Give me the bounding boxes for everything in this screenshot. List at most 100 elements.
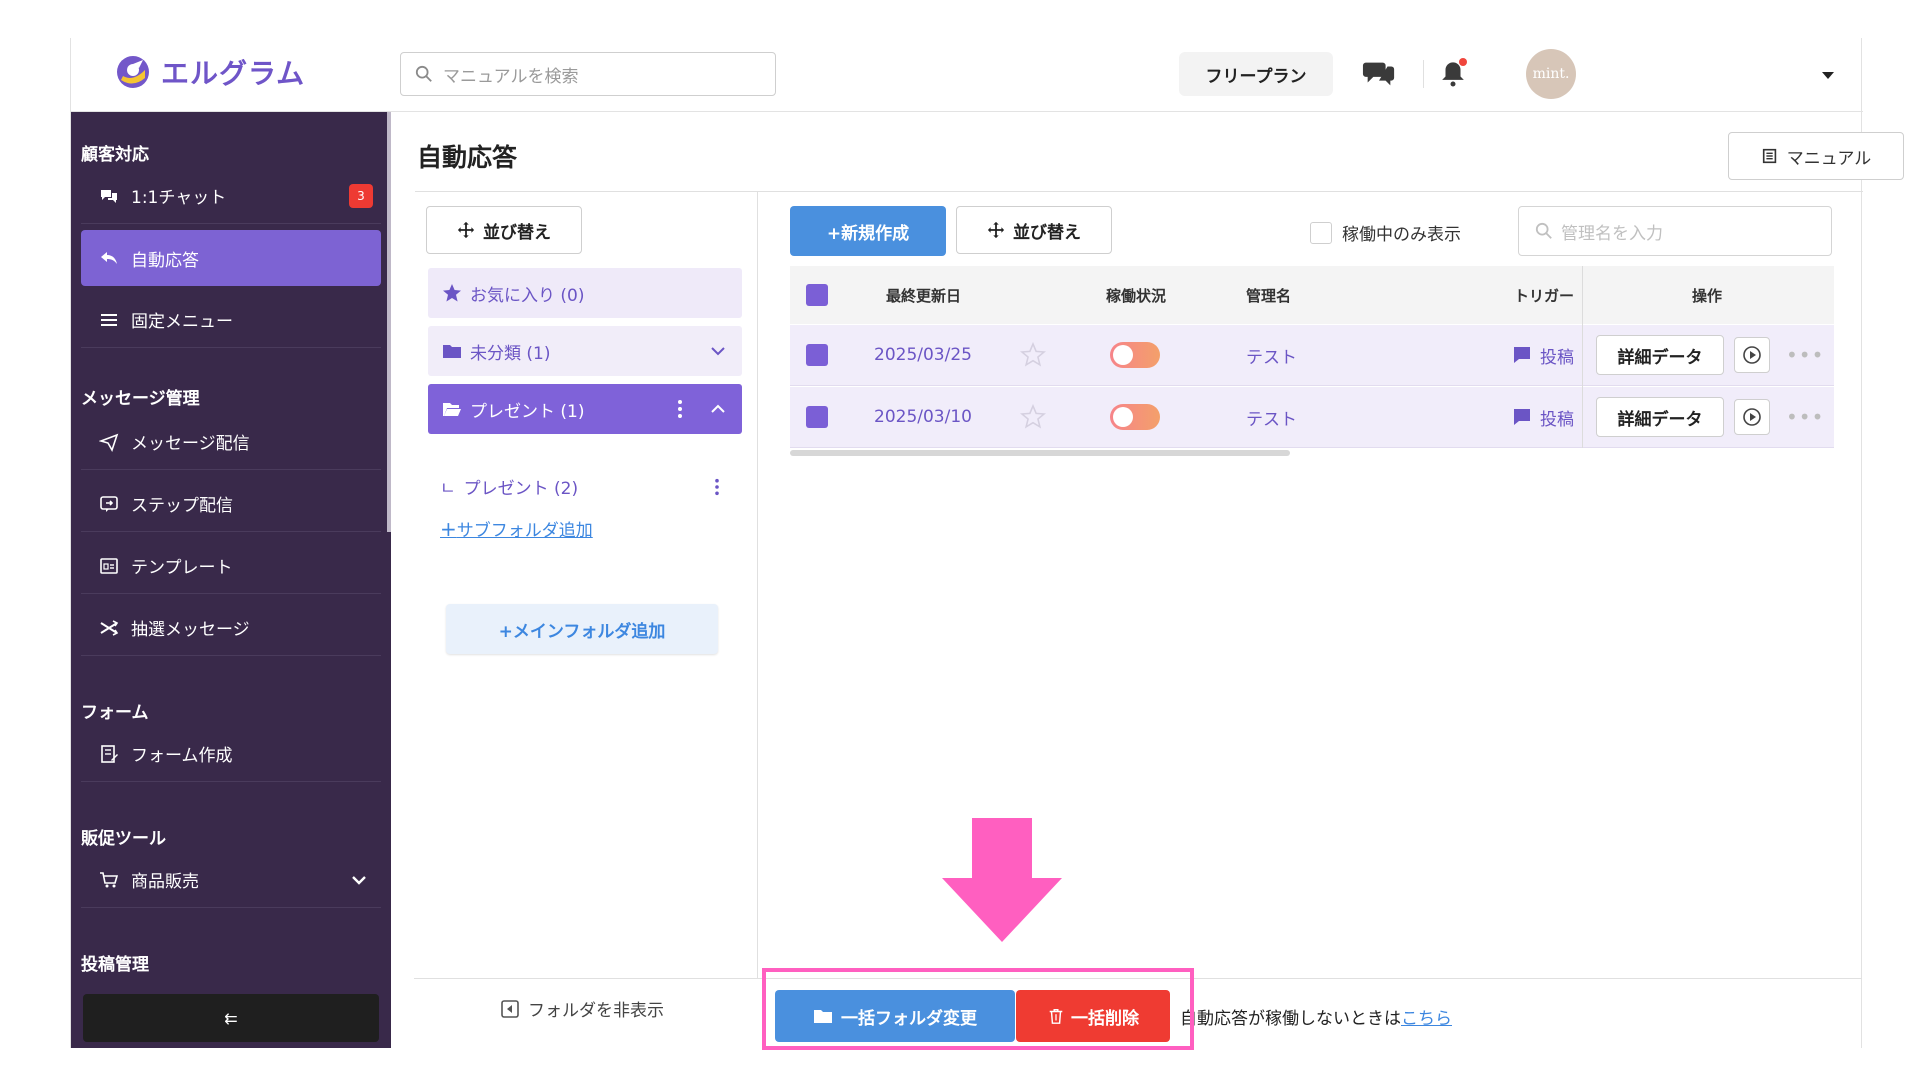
header-divider <box>1423 60 1424 88</box>
folder-panel: 並び替え お気に入り (0) 未分類 (1) プレゼント (1) ㄴ プレゼント… <box>414 192 758 978</box>
sidebar-item-label: 固定メニュー <box>131 312 233 332</box>
help-prefix: 自動応答が稼働しないときは <box>1180 1009 1401 1029</box>
folder-present[interactable]: プレゼント (1) <box>428 384 742 434</box>
folder-label: お気に入り (0) <box>470 285 585 306</box>
star-icon <box>443 284 461 302</box>
kebab-menu-icon[interactable] <box>670 399 690 419</box>
add-main-folder-button[interactable]: +メインフォルダ追加 <box>446 604 718 654</box>
sidebar-item-label: 商品販売 <box>131 872 199 892</box>
manual-search-input[interactable]: マニュアルを検索 <box>400 52 776 96</box>
top-header: エルグラム マニュアルを検索 フリープラン mint. <box>71 38 1863 112</box>
table-row[interactable]: 2025/03/10 テスト 投稿 詳細データ ••• <box>790 386 1834 448</box>
logo[interactable]: エルグラム <box>113 52 305 92</box>
sidebar-item-label: フォーム作成 <box>131 746 233 766</box>
search-icon <box>415 65 432 82</box>
sidebar-item-chat[interactable]: 1:1チャット 3 <box>81 168 381 224</box>
header-name[interactable]: 管理名 <box>1246 266 1291 324</box>
hide-folder-toggle[interactable]: フォルダを非表示 <box>500 996 664 1021</box>
trigger-label: 投稿 <box>1540 347 1574 368</box>
row-name[interactable]: テスト <box>1246 325 1297 385</box>
play-button[interactable] <box>1734 399 1770 435</box>
new-create-button[interactable]: +新規作成 <box>790 206 946 256</box>
sidebar-item-form[interactable]: フォーム作成 <box>81 726 381 782</box>
sidebar-item-label: テンプレート <box>131 558 233 578</box>
table-row[interactable]: 2025/03/25 テスト 投稿 詳細データ ••• <box>790 324 1834 386</box>
select-all-checkbox[interactable] <box>806 284 828 306</box>
comment-icon <box>1514 347 1530 363</box>
manual-button[interactable]: マニュアル <box>1728 132 1904 180</box>
status-toggle[interactable] <box>1110 342 1160 368</box>
manual-label: マニュアル <box>1786 148 1872 169</box>
step-icon <box>100 495 118 512</box>
page-title: 自動応答 <box>417 143 518 172</box>
folder-uncategorized[interactable]: 未分類 (1) <box>428 326 742 376</box>
trigger-label: 投稿 <box>1540 409 1574 430</box>
template-icon <box>100 557 118 574</box>
row-trigger[interactable]: 投稿 <box>1512 325 1574 385</box>
star-outline-icon[interactable] <box>1020 404 1046 430</box>
bell-icon[interactable] <box>1435 56 1471 92</box>
detail-data-button[interactable]: 詳細データ <box>1596 335 1724 375</box>
chevron-up-icon[interactable] <box>708 399 728 419</box>
folder-icon <box>443 345 461 358</box>
avatar[interactable]: mint. <box>1526 49 1576 99</box>
hide-folder-label: フォルダを非表示 <box>528 1001 664 1021</box>
sidebar-item-fixed-menu[interactable]: 固定メニュー <box>81 292 381 348</box>
sidebar-item-auto-reply[interactable]: 自動応答 <box>81 230 381 286</box>
folder-favorite[interactable]: お気に入り (0) <box>428 268 742 318</box>
send-icon <box>99 433 119 452</box>
sidebar-section-title: フォーム <box>81 703 149 723</box>
plan-button[interactable]: フリープラン <box>1179 52 1333 96</box>
row-checkbox[interactable] <box>806 406 828 428</box>
active-only-filter[interactable]: 稼働中のみ表示 <box>1310 220 1461 245</box>
plus-icon: + <box>440 517 457 541</box>
folder-sort-button[interactable]: 並び替え <box>426 206 582 254</box>
chevron-down-icon <box>352 875 366 885</box>
menu-icon <box>101 313 117 326</box>
row-trigger[interactable]: 投稿 <box>1512 387 1574 447</box>
chevron-down-icon[interactable] <box>708 341 728 361</box>
table-horizontal-scrollbar[interactable] <box>790 450 1290 456</box>
comment-icon <box>1514 409 1530 425</box>
play-icon <box>1743 408 1761 426</box>
subfolder-present[interactable]: ㄴ プレゼント (2) <box>440 474 740 499</box>
more-icon[interactable]: ••• <box>1786 325 1824 385</box>
sidebar-item-template[interactable]: テンプレート <box>81 538 381 594</box>
sidebar-collapse-button[interactable]: ⇇ <box>83 994 379 1042</box>
star-outline-icon[interactable] <box>1020 342 1046 368</box>
play-button[interactable] <box>1734 337 1770 373</box>
sidebar-item-lottery[interactable]: 抽選メッセージ <box>81 600 381 656</box>
sort-label: 並び替え <box>483 222 551 243</box>
sidebar-item-message[interactable]: メッセージ配信 <box>81 414 381 470</box>
sidebar-item-label: メッセージ配信 <box>131 434 250 454</box>
active-only-checkbox[interactable] <box>1310 221 1332 244</box>
add-subfolder-link[interactable]: +サブフォルダ追加 <box>440 516 593 541</box>
sidebar-section-title: 顧客対応 <box>81 145 149 165</box>
row-name[interactable]: テスト <box>1246 387 1297 447</box>
header-updated[interactable]: 最終更新日 <box>886 266 961 324</box>
sidebar-scrollbar[interactable] <box>387 112 391 532</box>
header-status: 稼働状況 <box>1106 286 1167 305</box>
notification-dot <box>1459 58 1467 66</box>
sidebar-item-label: 抽選メッセージ <box>131 620 250 640</box>
help-link[interactable]: こちら <box>1401 1009 1452 1029</box>
name-search-input[interactable]: 管理名を入力 <box>1518 206 1832 256</box>
more-icon[interactable]: ••• <box>1786 387 1824 447</box>
list-sort-button[interactable]: 並び替え <box>956 206 1112 254</box>
sidebar-item-label: 1:1チャット <box>131 188 227 208</box>
row-checkbox[interactable] <box>806 344 828 366</box>
search-icon <box>1535 222 1552 239</box>
caret-down-icon[interactable] <box>1821 68 1835 82</box>
chat-header-icon[interactable] <box>1361 56 1397 92</box>
sidebar-item-step[interactable]: ステップ配信 <box>81 476 381 532</box>
header-actions: 操作 <box>1692 286 1723 305</box>
kebab-menu-icon[interactable] <box>714 478 720 496</box>
add-subfolder-label: サブフォルダ追加 <box>456 521 593 541</box>
folder-label: プレゼント (2) <box>463 479 579 499</box>
help-text: 自動応答が稼働しないときはこちら <box>1180 1004 1452 1029</box>
detail-data-button[interactable]: 詳細データ <box>1596 397 1724 437</box>
play-icon <box>1743 346 1761 364</box>
row-date: 2025/03/25 <box>874 345 972 365</box>
sidebar-item-products[interactable]: 商品販売 <box>81 852 381 908</box>
status-toggle[interactable] <box>1110 404 1160 430</box>
